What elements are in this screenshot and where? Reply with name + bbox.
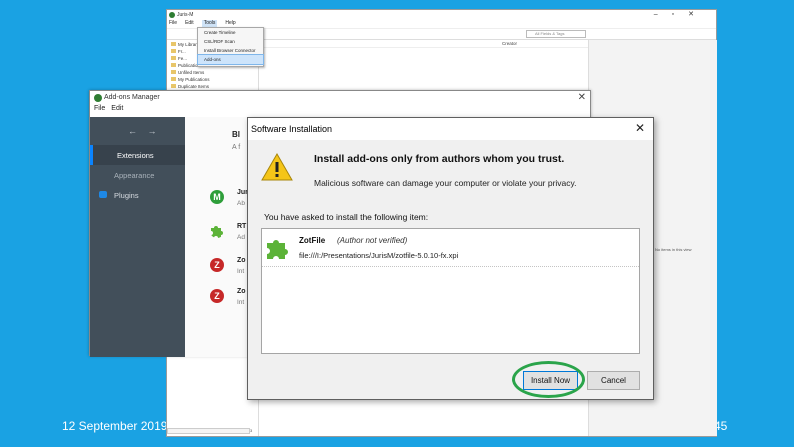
category-label: Extensions [117,151,154,160]
jurism-title: Juris-M [177,12,194,18]
addon-item[interactable]: M Jur Ab [210,188,250,214]
close-icon[interactable]: ✕ [578,92,586,103]
warning-icon [261,153,293,181]
bottom-tab[interactable]: 3 [250,428,259,436]
m-logo-icon: M [210,190,224,204]
category-label: Appearance [114,171,155,180]
addon-name: Zo [237,257,246,264]
search-input[interactable]: All Fields & Tags [526,30,586,38]
warning-title: Install add-ons only from authors whom y… [314,153,565,165]
addon-item[interactable]: RT Ad [210,222,250,248]
warning-subtitle: Malicious software can damage your compu… [314,178,577,188]
menu-file[interactable]: File [169,20,177,28]
software-installation-dialog: Software Installation ✕ Install add-ons … [247,117,654,400]
column-creator[interactable]: Creator [502,41,517,46]
category-extensions[interactable]: Extensions [90,145,185,165]
menu-item-csl-scan[interactable]: CSL/RDF Scan [198,37,263,46]
addons-heading: Bl [232,130,240,139]
addons-menubar: File Edit [90,104,590,116]
puzzle-icon [267,240,288,259]
addon-desc: Ad [237,234,245,241]
back-forward-arrows-icon[interactable]: ← → [128,126,161,136]
item-pane-note: No items in this view [655,247,692,252]
install-highlight-ellipse [512,361,585,398]
dialog-titlebar: Software Installation ✕ [248,118,653,140]
addon-name: Zo [237,288,246,295]
menu-item-create-timeline[interactable]: Create Timeline [198,28,263,37]
addon-desc: Ab [237,200,245,207]
item-author-note: (Author not verified) [337,236,408,245]
puzzle-icon [211,226,223,238]
addons-subheading: A f [232,144,241,151]
jurism-titlebar: Juris-M –▫✕ [167,10,716,20]
addon-item[interactable]: Z Zo Int [210,287,250,313]
z-logo-icon: Z [210,289,224,303]
addons-titlebar: Add-ons Manager ✕ [90,91,590,104]
addons-menu-file[interactable]: File [94,105,105,116]
dialog-title: Software Installation [251,124,333,134]
jurism-app-icon [169,12,175,18]
addons-title: Add-ons Manager [104,94,160,101]
jurism-app-icon [94,94,102,102]
menu-item-install-connector[interactable]: Install Browser Connector [198,46,263,55]
close-icon[interactable]: ✕ [635,121,645,135]
addons-menu-edit[interactable]: Edit [111,105,123,116]
z-logo-icon: Z [210,258,224,272]
tools-menu: Create Timeline CSL/RDF Scan Install Bro… [197,27,264,67]
items-column-header: Creator [260,40,588,48]
slide-date: 12 September 2019 [62,419,168,433]
category-label: Plugins [114,191,139,200]
horizontal-scrollbar[interactable] [167,428,250,434]
category-appearance[interactable]: Appearance [90,165,185,185]
addon-name: RT [237,223,247,230]
menu-item-add-ons[interactable]: Add-ons [197,54,264,65]
item-path: file:///I:/Presentations/JurisM/zotfile-… [299,251,459,260]
list-item: ZotFile (Author not verified) file:///I:… [262,229,639,267]
tree-item[interactable]: Unfiled Items [171,70,254,77]
addon-desc: Int [237,299,245,306]
category-plugins[interactable]: Plugins [90,185,185,205]
cancel-button[interactable]: Cancel [587,371,640,390]
tree-item[interactable]: My Publications [171,77,254,84]
plugin-icon [99,191,107,198]
install-prompt-label: You have asked to install the following … [264,212,429,222]
addons-sidebar: ← → Extensions Appearance Plugins [90,117,185,357]
addon-item[interactable]: Z Zo Int [210,256,250,282]
install-item-list: ZotFile (Author not verified) file:///I:… [261,228,640,354]
addon-desc: Int [237,268,245,275]
item-name: ZotFile [299,236,326,245]
menu-edit[interactable]: Edit [185,20,194,28]
window-controls[interactable]: –▫✕ [654,10,708,18]
